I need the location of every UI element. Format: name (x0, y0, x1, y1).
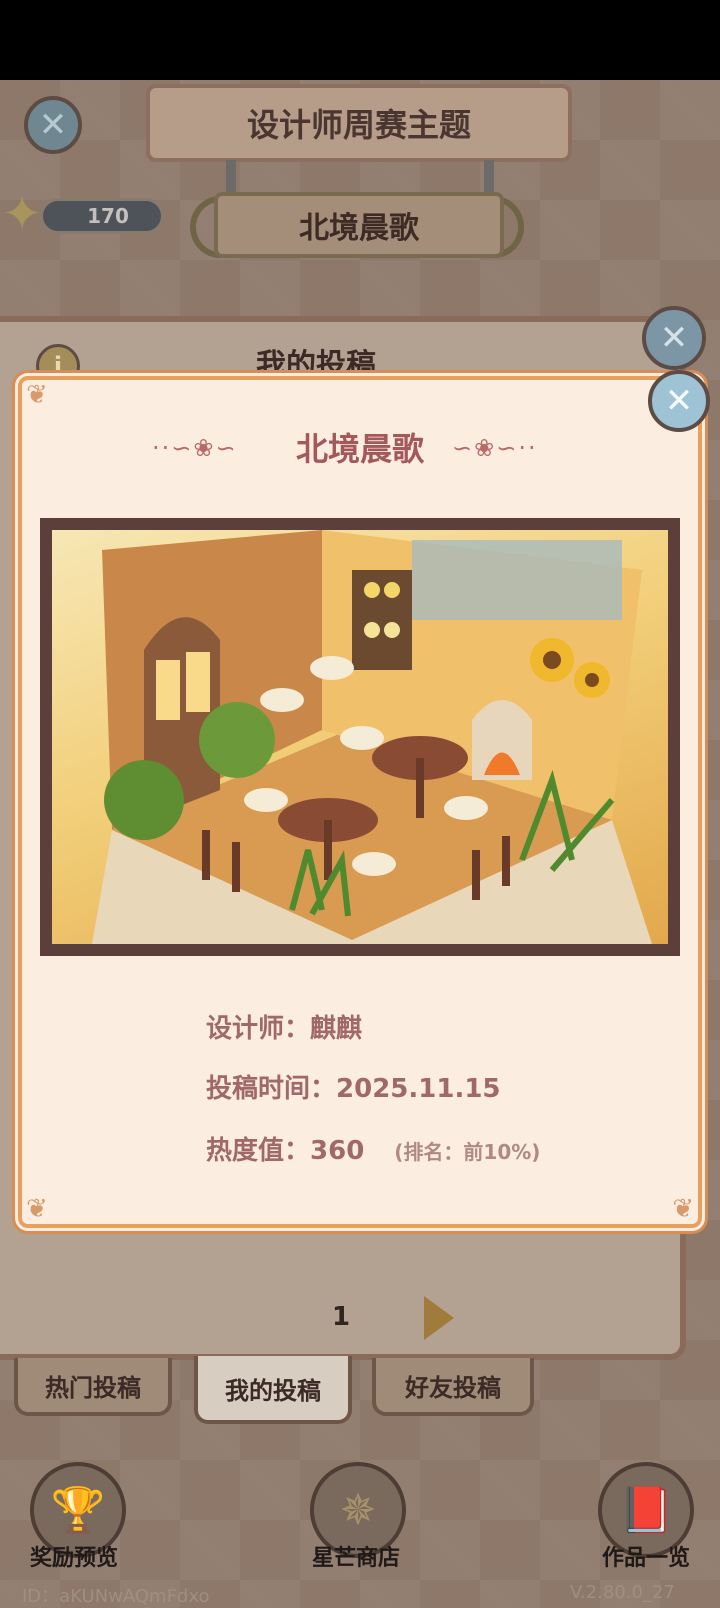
corner-ornament-icon: ❦ (26, 380, 48, 410)
designer-row: 设计师：麒麒 (206, 1008, 362, 1045)
tab-my-submissions[interactable]: 我的投稿 (194, 1356, 352, 1424)
works-list-label: 作品一览 (602, 1546, 691, 1571)
card-close-icon[interactable]: ✕ (648, 370, 710, 432)
corner-ornament-icon: ❦ (672, 1194, 694, 1224)
card-title: 北境晨歌 (295, 430, 424, 468)
theme-name-plate: 北境晨歌 (214, 192, 504, 258)
compass-star-icon: ✵ (339, 1484, 377, 1536)
submit-time-label: 投稿时间： (206, 1074, 337, 1104)
next-page-icon[interactable] (424, 1296, 454, 1340)
user-id: ID：aKUNwAQmFdxo (22, 1586, 210, 1607)
tab-label: 我的投稿 (225, 1376, 321, 1405)
tab-friend-submissions[interactable]: 好友投稿 (372, 1358, 534, 1416)
theme-title: 设计师周赛主题 (246, 106, 471, 144)
reward-preview-label: 奖励预览 (30, 1546, 119, 1571)
designer-label: 设计师： (206, 1014, 311, 1044)
star-count: 170 (87, 204, 129, 228)
theme-name: 北境晨歌 (299, 211, 419, 246)
tab-label: 好友投稿 (405, 1373, 501, 1402)
design-artwork-frame (40, 518, 680, 956)
star-counter: 170 (40, 198, 164, 234)
heat-row: 热度值：360 (排名：前10%) (206, 1130, 540, 1167)
corner-ornament-icon: ❦ (26, 1194, 48, 1224)
rank-text: (排名：前10%) (394, 1140, 541, 1164)
theme-title-plate: 设计师周赛主题 (146, 84, 572, 162)
submit-time-value: 2025.11.15 (336, 1074, 501, 1104)
close-icon[interactable]: ✕ (24, 96, 82, 154)
tab-hot-submissions[interactable]: 热门投稿 (14, 1358, 172, 1416)
heat-label: 热度值： (206, 1136, 311, 1166)
design-artwork-image[interactable] (52, 530, 668, 944)
book-icon: 📕 (618, 1485, 674, 1536)
heat-value: 360 (310, 1136, 365, 1166)
version-text: V.2.80.0_27 (570, 1582, 675, 1603)
star-icon: ✦ (2, 186, 43, 242)
submit-time-row: 投稿时间：2025.11.15 (206, 1068, 501, 1105)
panel-close-icon[interactable]: ✕ (642, 306, 706, 370)
tab-label: 热门投稿 (45, 1373, 141, 1402)
cafe-room-illustration (92, 530, 652, 944)
star-shop-label: 星芒商店 (312, 1546, 401, 1571)
designer-name: 麒麒 (310, 1014, 363, 1044)
status-bar (0, 0, 720, 80)
page-number: 1 (332, 1302, 351, 1332)
trophy-icon: 🏆 (50, 1485, 106, 1536)
